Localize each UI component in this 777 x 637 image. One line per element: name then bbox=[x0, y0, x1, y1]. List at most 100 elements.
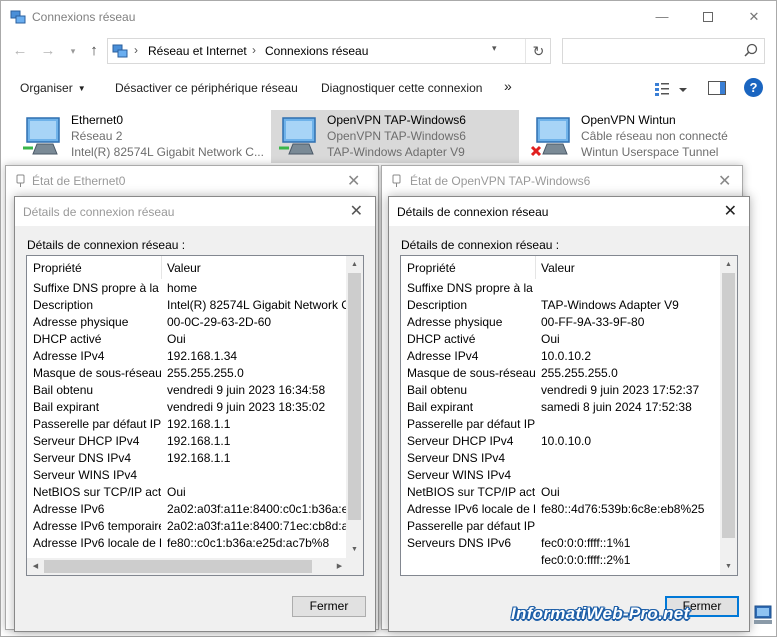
scroll-thumb[interactable] bbox=[348, 273, 361, 520]
table-row[interactable]: Adresse IPv6 2a02:a03f:a11e:8400:c0c1:b36… bbox=[27, 501, 349, 518]
vertical-scrollbar[interactable]: ▲ ▼ bbox=[720, 256, 737, 575]
organize-label: Organiser bbox=[20, 81, 73, 95]
disable-device-button[interactable]: Désactiver ce périphérique réseau bbox=[115, 81, 298, 95]
table-row[interactable]: Bail expirant vendredi 9 juin 2023 18:35:… bbox=[27, 399, 349, 416]
adapter-openvpn-tap[interactable]: OpenVPN TAP-Windows6 OpenVPN TAP-Windows… bbox=[271, 110, 519, 163]
adapter-device: TAP-Windows Adapter V9 bbox=[327, 145, 465, 159]
table-row[interactable]: Description Intel(R) 82574L Gigabit Netwo… bbox=[27, 297, 349, 314]
scroll-down-icon[interactable]: ▼ bbox=[720, 558, 737, 575]
close-button[interactable]: ✕ bbox=[731, 1, 777, 32]
value-cell: 255.255.255.0 bbox=[541, 366, 618, 380]
table-row[interactable]: Serveur DNS IPv4 bbox=[401, 450, 723, 467]
table-row[interactable]: fec0:0:0:ffff::2%1 bbox=[401, 552, 723, 569]
property-cell: Bail obtenu bbox=[407, 383, 468, 397]
table-row[interactable]: Passerelle par défaut IPv6 bbox=[401, 518, 723, 535]
table-row[interactable]: DHCP activé Oui bbox=[27, 331, 349, 348]
table-row[interactable]: Adresse IPv6 locale de li... fe80::c0c1:b… bbox=[27, 535, 349, 552]
table-row[interactable]: DHCP activé Oui bbox=[401, 331, 723, 348]
property-cell: NetBIOS sur TCP/IP act... bbox=[407, 485, 535, 499]
property-cell: Masque de sous-réseau ... bbox=[33, 366, 161, 380]
more-commands-icon[interactable]: » bbox=[504, 78, 512, 94]
table-row[interactable]: Serveur WINS IPv4 bbox=[27, 467, 349, 484]
table-row[interactable]: NetBIOS sur TCP/IP act... Oui bbox=[27, 484, 349, 501]
table-row[interactable]: Adresse physique 00-0C-29-63-2D-60 bbox=[27, 314, 349, 331]
adapter-ethernet0[interactable]: Ethernet0 Réseau 2 Intel(R) 82574L Gigab… bbox=[15, 110, 265, 163]
property-cell: NetBIOS sur TCP/IP act... bbox=[33, 485, 161, 499]
table-row[interactable]: Serveur DNS IPv4 192.168.1.1 bbox=[27, 450, 349, 467]
column-header-value[interactable]: Valeur bbox=[541, 261, 575, 275]
value-cell: home bbox=[167, 281, 198, 295]
scroll-up-icon[interactable]: ▲ bbox=[720, 256, 737, 273]
change-view-icon[interactable] bbox=[653, 80, 693, 98]
diagnose-connection-button[interactable]: Diagnostiquer cette connexion bbox=[321, 81, 482, 95]
scroll-thumb[interactable] bbox=[722, 273, 735, 538]
table-row[interactable]: Adresse physique 00-FF-9A-33-9F-80 bbox=[401, 314, 723, 331]
search-input[interactable] bbox=[562, 38, 765, 64]
breadcrumb-network-connections[interactable]: Connexions réseau bbox=[265, 44, 368, 58]
table-row[interactable]: Adresse IPv4 10.0.10.2 bbox=[401, 348, 723, 365]
organize-menu[interactable]: Organiser ▼ bbox=[20, 81, 86, 95]
value-cell: Oui bbox=[541, 485, 560, 499]
value-cell: Oui bbox=[167, 332, 186, 346]
table-row[interactable]: Passerelle par défaut IPv4 192.168.1.1 bbox=[27, 416, 349, 433]
breadcrumb-network-internet[interactable]: Réseau et Internet bbox=[148, 44, 247, 58]
column-divider[interactable] bbox=[161, 256, 162, 279]
table-row[interactable]: Suffixe DNS propre à la ... home bbox=[27, 280, 349, 297]
table-row[interactable]: Serveurs DNS IPv6 fec0:0:0:ffff::1%1 bbox=[401, 535, 723, 552]
table-row[interactable]: Masque de sous-réseau ... 255.255.255.0 bbox=[401, 365, 723, 382]
adapter-network: Câble réseau non connecté bbox=[581, 129, 728, 143]
table-row[interactable]: Serveur DHCP IPv4 10.0.10.0 bbox=[401, 433, 723, 450]
adapter-name: Ethernet0 bbox=[71, 113, 124, 127]
help-icon[interactable]: ? bbox=[744, 78, 763, 97]
status-window-title: État de OpenVPN TAP-Windows6 bbox=[410, 174, 591, 188]
table-row[interactable]: NetBIOS sur TCP/IP act... Oui bbox=[401, 484, 723, 501]
minimize-button[interactable]: — bbox=[639, 1, 685, 32]
address-dropdown-icon[interactable]: ▾ bbox=[492, 43, 497, 54]
scroll-thumb[interactable] bbox=[44, 560, 312, 573]
table-row[interactable]: Bail obtenu vendredi 9 juin 2023 17:52:37 bbox=[401, 382, 723, 399]
recent-locations-chevron-icon[interactable]: ▾ bbox=[64, 42, 82, 60]
table-row[interactable]: Serveur WINS IPv4 bbox=[401, 467, 723, 484]
horizontal-scrollbar[interactable]: ◀ ▶ bbox=[27, 558, 348, 575]
table-row[interactable]: Bail expirant samedi 8 juin 2024 17:52:38 bbox=[401, 399, 723, 416]
column-header-property[interactable]: Propriété bbox=[33, 261, 82, 275]
address-bar[interactable]: › Réseau et Internet › Connexions réseau… bbox=[107, 38, 551, 64]
scroll-up-icon[interactable]: ▲ bbox=[346, 256, 363, 273]
column-divider[interactable] bbox=[535, 256, 536, 279]
forward-arrow-icon[interactable]: → bbox=[39, 42, 57, 60]
table-row[interactable]: Adresse IPv4 192.168.1.34 bbox=[27, 348, 349, 365]
close-icon[interactable]: ✕ bbox=[347, 171, 360, 191]
scroll-left-icon[interactable]: ◀ bbox=[27, 558, 44, 575]
table-row[interactable]: Passerelle par défaut IPv4 bbox=[401, 416, 723, 433]
computer-logo-icon bbox=[754, 605, 772, 624]
table-row[interactable]: Masque de sous-réseau ... 255.255.255.0 bbox=[27, 365, 349, 382]
details-list[interactable]: Propriété Valeur Suffixe DNS propre à la… bbox=[400, 255, 738, 576]
preview-pane-icon[interactable] bbox=[708, 81, 726, 95]
close-icon[interactable]: ✕ bbox=[718, 171, 731, 191]
column-header-value[interactable]: Valeur bbox=[167, 261, 201, 275]
table-row[interactable]: Bail obtenu vendredi 9 juin 2023 16:34:58 bbox=[27, 382, 349, 399]
network-status-icon bbox=[392, 174, 401, 187]
value-cell: vendredi 9 juin 2023 18:35:02 bbox=[167, 400, 326, 414]
column-header-property[interactable]: Propriété bbox=[407, 261, 456, 275]
table-row[interactable]: Suffixe DNS propre à la ... bbox=[401, 280, 723, 297]
scroll-down-icon[interactable]: ▼ bbox=[346, 541, 363, 558]
close-icon[interactable]: ✕ bbox=[350, 201, 363, 221]
breadcrumb-separator-icon: › bbox=[252, 43, 256, 57]
vertical-scrollbar[interactable]: ▲ ▼ bbox=[346, 256, 363, 558]
table-row[interactable]: Serveur DHCP IPv4 192.168.1.1 bbox=[27, 433, 349, 450]
refresh-icon[interactable]: ↻ bbox=[525, 39, 551, 63]
close-icon[interactable]: ✕ bbox=[724, 201, 737, 221]
table-row[interactable]: Adresse IPv6 temporaire 2a02:a03f:a11e:84… bbox=[27, 518, 349, 535]
close-button[interactable]: Fermer bbox=[292, 596, 366, 617]
back-arrow-icon[interactable]: ← bbox=[11, 42, 29, 60]
up-arrow-icon[interactable]: ↑ bbox=[85, 42, 103, 60]
details-window-title: Détails de connexion réseau bbox=[23, 205, 175, 219]
adapter-openvpn-wintun[interactable]: OpenVPN Wintun Câble réseau non connecté… bbox=[525, 110, 770, 163]
table-row[interactable]: Description TAP-Windows Adapter V9 bbox=[401, 297, 723, 314]
value-cell: fec0:0:0:ffff::2%1 bbox=[541, 553, 631, 567]
table-row[interactable]: Adresse IPv6 locale de li... fe80::4d76:5… bbox=[401, 501, 723, 518]
details-window-right: Détails de connexion réseau ✕ Détails de… bbox=[388, 196, 750, 632]
maximize-button[interactable] bbox=[685, 1, 731, 32]
details-list[interactable]: Propriété Valeur Suffixe DNS propre à la… bbox=[26, 255, 364, 576]
